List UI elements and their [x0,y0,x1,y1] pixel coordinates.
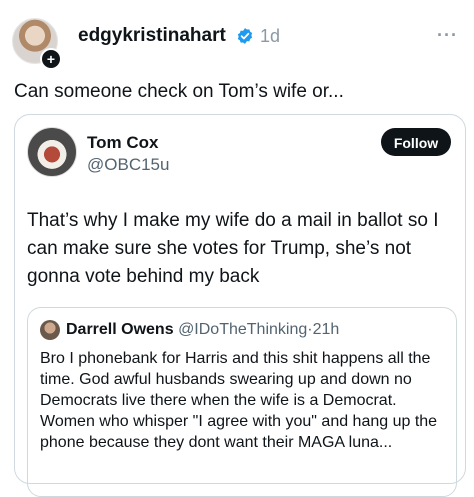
nested-text: Bro I phonebank for Harris and this shit… [40,350,438,451]
quote-text: That’s why I make my wife do a mail in b… [27,210,439,287]
nested-quoted-post-card[interactable]: Darrell Owens @IDoTheThinking·21h Bro I … [27,307,457,497]
nested-time[interactable]: 21h [313,321,340,338]
quoted-post-card[interactable]: Tom Cox @OBC15u Follow That’s why I make… [14,114,466,497]
nested-header: Darrell Owens @IDoTheThinking·21h [66,320,339,340]
more-options-icon[interactable]: ··· [437,26,458,44]
verified-badge-icon [237,28,253,44]
post-time[interactable]: 1d [260,24,280,48]
post-text: Can someone check on Tom’s wife or... [14,81,344,102]
post-header: + edgykristinahart 1d ··· [12,18,462,70]
quote-avatar[interactable] [27,127,77,177]
follow-plus-icon[interactable]: + [40,48,62,70]
quote-author-handle[interactable]: @OBC15u [87,155,169,175]
quote-author-name[interactable]: Tom Cox [87,133,158,153]
follow-button[interactable]: Follow [381,128,451,156]
author-name[interactable]: edgykristinahart [78,24,226,48]
nested-avatar[interactable] [40,320,60,340]
nested-author-name[interactable]: Darrell Owens [66,321,174,338]
nested-author-handle[interactable]: @IDoTheThinking [178,321,307,338]
